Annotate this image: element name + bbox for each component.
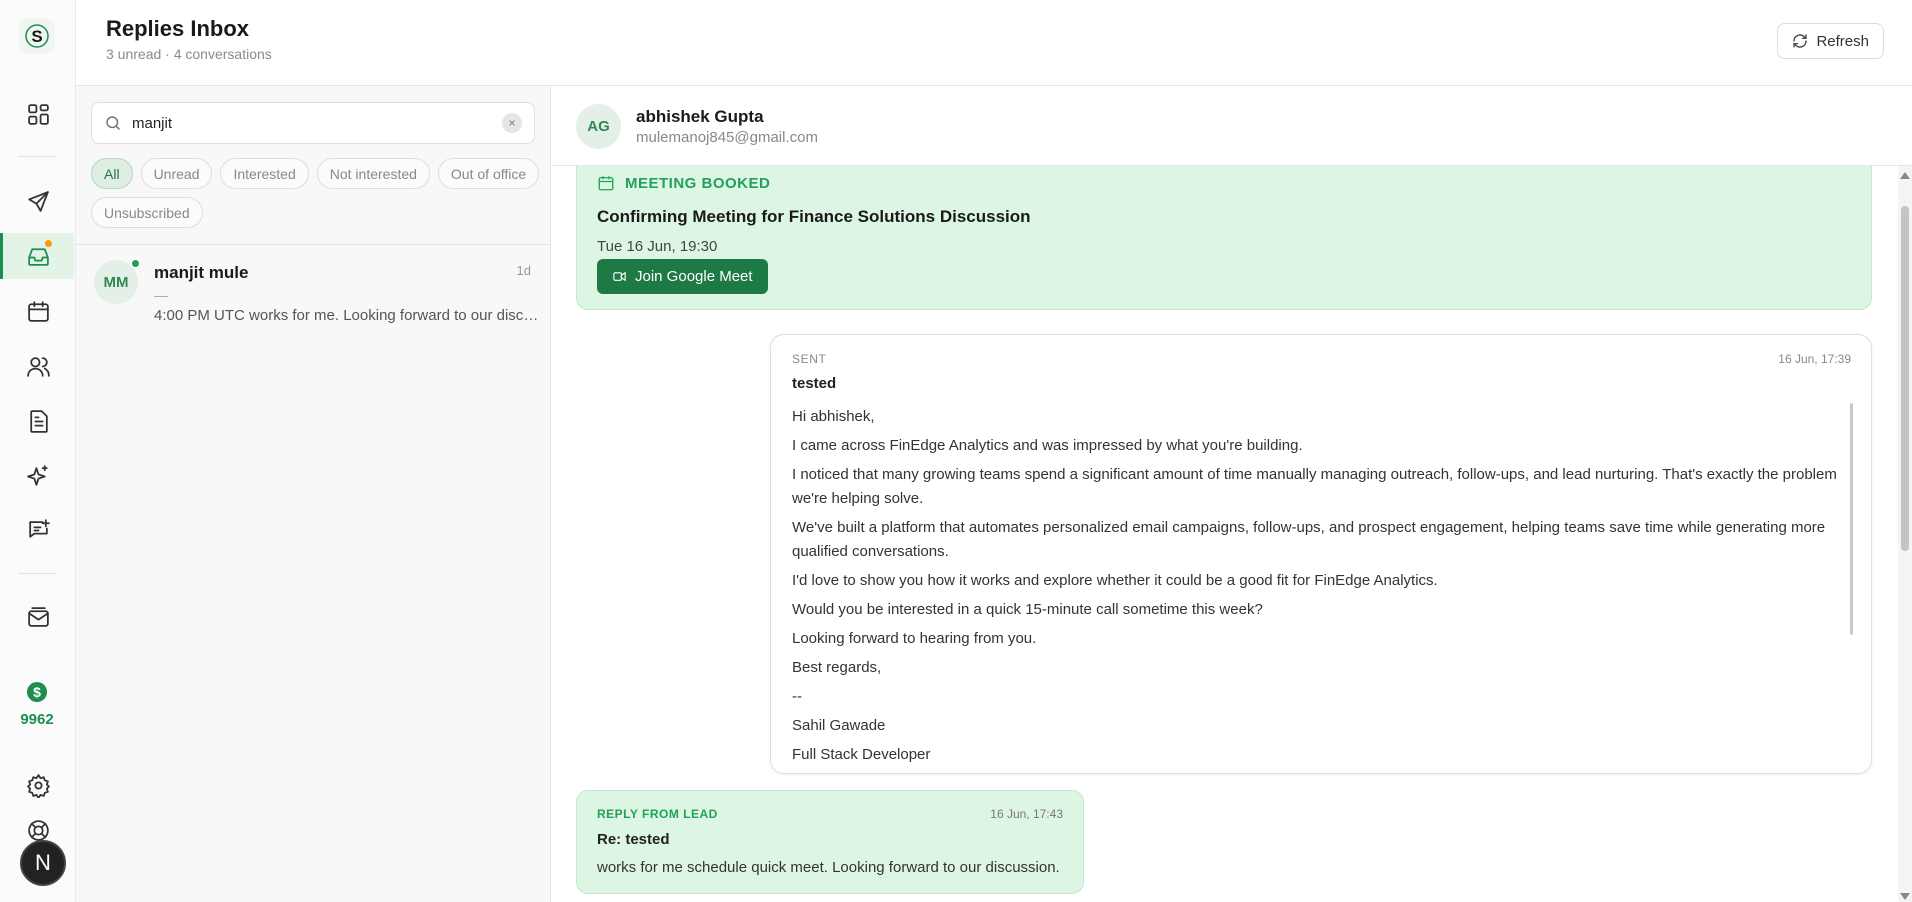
- filter-interested[interactable]: Interested: [220, 158, 309, 189]
- page-title: Replies Inbox: [106, 16, 250, 41]
- body-line: Full Stack Developer: [792, 746, 931, 763]
- reply-time: 16 Jun, 17:43: [990, 807, 1063, 821]
- sent-message-card: SENT 16 Jun, 17:39 tested Hi abhishek, I…: [770, 334, 1872, 774]
- mail-stack-icon: [27, 606, 49, 627]
- credits-widget[interactable]: $ 9962: [0, 680, 74, 728]
- filter-not-interested[interactable]: Not interested: [316, 158, 430, 189]
- scroll-down-arrow[interactable]: [1900, 893, 1910, 900]
- body-line: We've built a platform that automates pe…: [792, 519, 1826, 560]
- help-icon: [27, 819, 49, 841]
- reply-tag: REPLY FROM LEAD: [597, 807, 718, 821]
- unread-dot: [45, 240, 52, 247]
- clear-search-button[interactable]: ×: [502, 113, 522, 133]
- app-root: S $ 9962 N Replies Inbox 3 unread · 4 co…: [0, 0, 1912, 902]
- nav-dashboard[interactable]: [18, 94, 58, 134]
- inbox-icon: [27, 247, 49, 266]
- search-input[interactable]: [132, 114, 492, 132]
- contact-name: abhishek Gupta: [636, 107, 764, 126]
- dollar-icon: $: [27, 682, 47, 702]
- body-line: I came across FinEdge Analytics and was …: [792, 437, 1303, 454]
- reply-subject: Re: tested: [597, 831, 670, 848]
- nav-inbox[interactable]: [18, 236, 58, 276]
- thread-header: AG abhishek Gupta mulemanoj845@gmail.com: [552, 86, 1912, 166]
- nav-messages[interactable]: [18, 510, 58, 550]
- conversation-time: 1d: [516, 263, 531, 278]
- send-icon: [27, 190, 49, 212]
- filter-unread[interactable]: Unread: [140, 158, 213, 189]
- body-line: Sahil Gawade: [792, 717, 886, 734]
- reply-body: works for me schedule quick meet. Lookin…: [597, 859, 1060, 876]
- filter-out-of-office[interactable]: Out of office: [437, 158, 540, 189]
- search-icon: [106, 116, 120, 130]
- join-google-meet-button[interactable]: Join Google Meet: [597, 259, 768, 294]
- nav-campaigns[interactable]: [18, 181, 58, 221]
- nav-settings[interactable]: [18, 765, 58, 805]
- calendar-icon: [27, 300, 49, 322]
- page-header: Replies Inbox 3 unread · 4 conversations…: [76, 0, 1912, 86]
- conversation-item[interactable]: MM manjit mule 1d — 4:00 PM UTC works fo…: [76, 245, 551, 333]
- dashboard-icon: [27, 103, 49, 125]
- body-line: Would you be interested in a quick 15-mi…: [792, 601, 1263, 618]
- sent-tag: SENT: [792, 352, 827, 366]
- nav-mailboxes[interactable]: [18, 597, 58, 637]
- contact-avatar: AG: [576, 104, 621, 149]
- nav-documents[interactable]: [18, 401, 58, 441]
- refresh-icon: [1793, 34, 1808, 48]
- body-line: Hi abhishek,: [792, 408, 875, 425]
- body-line: Best regards,: [792, 659, 882, 676]
- video-icon: [613, 271, 626, 282]
- meeting-label-text: MEETING BOOKED: [625, 174, 771, 192]
- conversation-subject: —: [154, 287, 168, 303]
- nav-contacts[interactable]: [18, 346, 58, 386]
- meeting-title: Confirming Meeting for Finance Solutions…: [597, 207, 1031, 226]
- conversation-name: manjit mule: [154, 263, 249, 282]
- logo-icon: S: [25, 24, 49, 48]
- sparkle-icon: [26, 464, 48, 486]
- search-box[interactable]: ×: [91, 102, 535, 144]
- nav-inbox-active[interactable]: [0, 233, 74, 279]
- contacts-icon: [26, 356, 50, 377]
- nav-ai[interactable]: [18, 456, 58, 496]
- rail-divider-2: [18, 573, 56, 574]
- chat-icon: [28, 518, 50, 538]
- body-line: --: [792, 688, 802, 705]
- rail-divider: [18, 156, 56, 157]
- sent-subject: tested: [792, 375, 837, 392]
- meeting-label: MEETING BOOKED: [597, 174, 770, 192]
- body-line: I'd love to show you how it works and ex…: [792, 572, 1438, 589]
- meeting-card: MEETING BOOKED Confirming Meeting for Fi…: [576, 166, 1872, 310]
- app-logo[interactable]: S: [19, 18, 55, 54]
- message-scrollbar[interactable]: [1850, 403, 1853, 635]
- body-line: I noticed that many growing teams spend …: [792, 466, 1837, 507]
- body-line: Looking forward to hearing from you.: [792, 630, 1037, 647]
- sent-time: 16 Jun, 17:39: [1778, 352, 1851, 366]
- svg-text:S: S: [31, 27, 42, 46]
- filter-chips: All Unread Interested Not interested Out…: [91, 158, 541, 228]
- page-subtitle: 3 unread · 4 conversations: [106, 46, 272, 62]
- online-indicator: [131, 259, 140, 268]
- join-meet-label: Join Google Meet: [635, 268, 753, 285]
- scroll-up-arrow[interactable]: [1900, 172, 1910, 179]
- refresh-button[interactable]: Refresh: [1777, 23, 1884, 59]
- document-icon: [29, 409, 48, 433]
- sent-body: Hi abhishek, I came across FinEdge Analy…: [792, 405, 1842, 772]
- user-avatar[interactable]: N: [20, 840, 66, 886]
- thread-scrollbar[interactable]: [1898, 166, 1912, 902]
- filter-all[interactable]: All: [91, 158, 133, 189]
- contact-email: mulemanoj845@gmail.com: [636, 129, 818, 146]
- meeting-date: Tue 16 Jun, 19:30: [597, 238, 718, 255]
- filter-unsubscribed[interactable]: Unsubscribed: [91, 197, 203, 228]
- left-rail: S $ 9962 N: [0, 0, 76, 902]
- nav-calendar[interactable]: [18, 291, 58, 331]
- scroll-thumb[interactable]: [1901, 206, 1909, 551]
- reply-card: REPLY FROM LEAD 16 Jun, 17:43 Re: tested…: [576, 790, 1084, 894]
- svg-text:$: $: [33, 684, 41, 700]
- conversation-list-pane: × All Unread Interested Not interested O…: [76, 86, 551, 902]
- calendar-icon: [598, 176, 614, 191]
- credits-value: 9962: [20, 711, 54, 728]
- refresh-label: Refresh: [1816, 32, 1869, 50]
- gear-icon: [26, 773, 50, 798]
- thread-body: MEETING BOOKED Confirming Meeting for Fi…: [552, 166, 1912, 902]
- conversation-preview: 4:00 PM UTC works for me. Looking forwar…: [154, 307, 539, 324]
